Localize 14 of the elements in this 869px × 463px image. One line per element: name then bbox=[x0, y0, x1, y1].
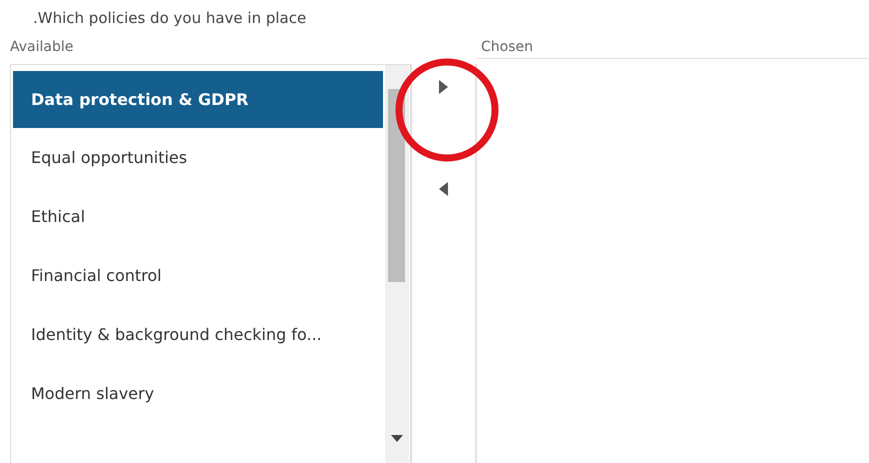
available-label: Available bbox=[10, 39, 74, 55]
list-item[interactable]: Financial control bbox=[11, 246, 383, 305]
triangle-icon bbox=[439, 80, 448, 94]
scroll-down-icon[interactable] bbox=[391, 435, 403, 442]
list-item[interactable]: Modern slavery bbox=[11, 364, 383, 423]
triangle-icon bbox=[439, 182, 448, 196]
list-item[interactable]: Ethical bbox=[11, 187, 383, 246]
question-text: .Which policies do you have in place bbox=[33, 9, 306, 27]
list-item[interactable]: Equal opportunities bbox=[11, 128, 383, 187]
chosen-label: Chosen bbox=[481, 39, 533, 55]
list-item[interactable]: Identity & background checking fo... bbox=[11, 305, 383, 364]
scrollbar[interactable] bbox=[385, 65, 409, 463]
scrollbar-thumb[interactable] bbox=[388, 89, 405, 282]
list-item[interactable]: Data protection & GDPR bbox=[13, 71, 383, 128]
